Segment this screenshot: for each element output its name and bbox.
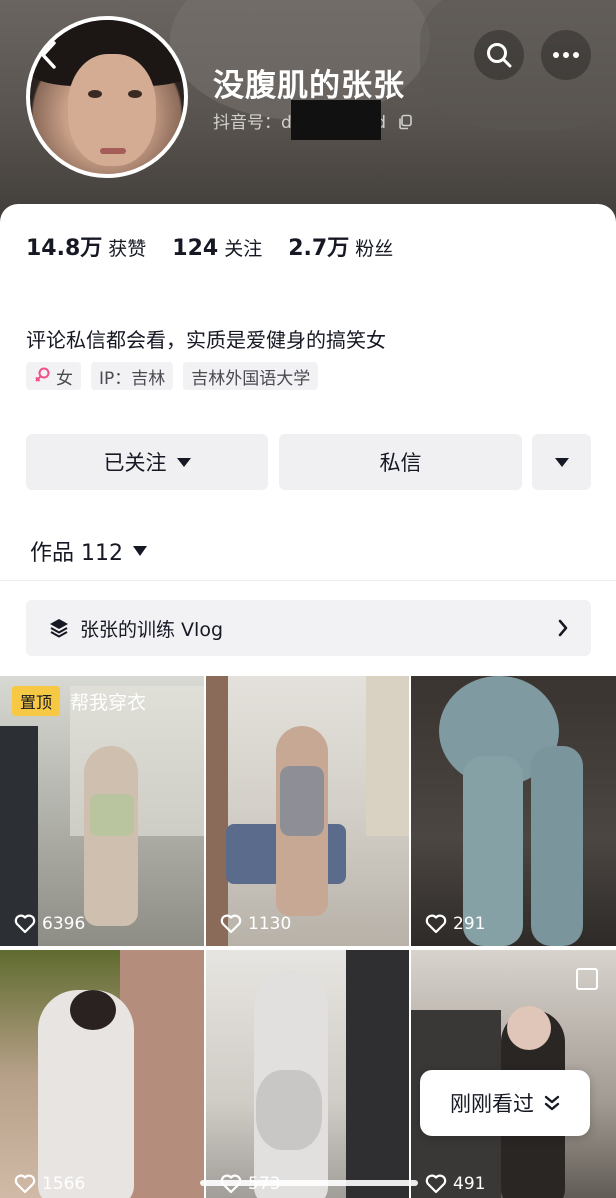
- profile-sheet: 14.8万 获赞 124 关注 2.7万 粉丝 评论私信都会看，实质是爱健身的搞笑女 …: [0, 204, 616, 1198]
- heart-icon: [14, 914, 36, 934]
- message-label: 私信: [379, 451, 422, 475]
- heart-icon: [14, 1174, 36, 1194]
- like-count-value: 291: [453, 914, 486, 934]
- recently-viewed-button[interactable]: 刚刚看过: [420, 1070, 590, 1136]
- double-chevron-down-icon: [544, 1095, 560, 1111]
- profile-tags: 女 IP：吉林 吉林外国语大学: [26, 362, 319, 390]
- like-count: 291: [425, 914, 485, 934]
- bio-text: 评论私信都会看，实质是爱健身的搞笑女: [26, 328, 386, 352]
- stat-following[interactable]: 124 关注: [172, 234, 262, 261]
- recommend-toggle-button[interactable]: [532, 434, 591, 490]
- video-thumbnail[interactable]: 291: [411, 676, 616, 946]
- stat-value: 2.7万: [288, 236, 350, 261]
- search-button[interactable]: [474, 30, 524, 80]
- pinned-badge: 置顶: [12, 686, 61, 716]
- caret-down-icon: [554, 457, 569, 467]
- heart-icon: [425, 1174, 447, 1194]
- nickname: 没腹肌的张张: [213, 68, 405, 104]
- like-count-value: 1130: [248, 914, 292, 934]
- message-button[interactable]: 私信: [279, 434, 522, 490]
- divider: [0, 580, 616, 581]
- like-count: 1130: [220, 914, 291, 934]
- multi-image-icon: [576, 968, 598, 990]
- back-button[interactable]: [24, 30, 74, 80]
- copy-icon[interactable]: [397, 114, 413, 130]
- stat-label: 粉丝: [355, 238, 394, 260]
- video-thumbnail[interactable]: 1130: [206, 676, 409, 946]
- action-buttons: 已关注 私信: [26, 434, 591, 490]
- recently-viewed-label: 刚刚看过: [450, 1092, 534, 1116]
- chevron-right-icon: [558, 619, 568, 637]
- chevron-left-icon: [41, 41, 56, 69]
- more-dots-icon: [553, 52, 579, 58]
- tab-works[interactable]: 作品 112: [30, 535, 147, 567]
- ip-tag: IP：吉林: [91, 362, 174, 390]
- more-button[interactable]: [541, 30, 591, 80]
- video-thumbnail[interactable]: 1566: [0, 950, 204, 1198]
- collection-label: 张张的训练 Vlog: [80, 618, 224, 641]
- heart-icon: [220, 914, 242, 934]
- like-count-value: 491: [453, 1174, 486, 1194]
- stats-row: 14.8万 获赞 124 关注 2.7万 粉丝: [26, 230, 393, 262]
- collection-entry[interactable]: 张张的训练 Vlog: [26, 600, 591, 656]
- douyin-id[interactable]: 抖音号：dybshi3tfjxd: [213, 100, 413, 140]
- like-count: 6396: [14, 914, 85, 934]
- video-thumbnail[interactable]: 573: [206, 950, 409, 1198]
- stat-label: 获赞: [108, 238, 147, 260]
- caret-down-icon: [176, 457, 191, 467]
- works-tab-label: 作品 112: [30, 541, 123, 566]
- followed-button[interactable]: 已关注: [26, 434, 268, 490]
- stat-value: 124: [172, 236, 219, 261]
- profile-header: 没腹肌的张张 抖音号：dybshi3tfjxd: [0, 0, 616, 230]
- like-count: 1566: [14, 1174, 85, 1194]
- video-thumbnail[interactable]: 置顶 帮我穿衣 6396: [0, 676, 204, 946]
- female-icon: [35, 367, 50, 382]
- gender-label: 女: [56, 368, 73, 389]
- stat-followers[interactable]: 2.7万 粉丝: [288, 230, 393, 262]
- gender-tag: 女: [26, 362, 81, 390]
- stat-value: 14.8万: [26, 236, 103, 261]
- video-caption: 帮我穿衣: [70, 692, 147, 714]
- stat-likes[interactable]: 14.8万 获赞: [26, 230, 146, 262]
- school-tag[interactable]: 吉林外国语大学: [183, 362, 319, 390]
- followed-label: 已关注: [103, 451, 167, 475]
- caret-down-icon: [133, 546, 147, 556]
- home-indicator[interactable]: [200, 1180, 418, 1186]
- like-count-value: 1566: [42, 1174, 86, 1194]
- layers-icon: [50, 619, 68, 638]
- stat-label: 关注: [224, 238, 263, 260]
- like-count: 491: [425, 1174, 485, 1194]
- search-icon: [487, 43, 512, 68]
- redaction-block: [291, 100, 381, 140]
- like-count-value: 6396: [42, 914, 86, 934]
- heart-icon: [425, 914, 447, 934]
